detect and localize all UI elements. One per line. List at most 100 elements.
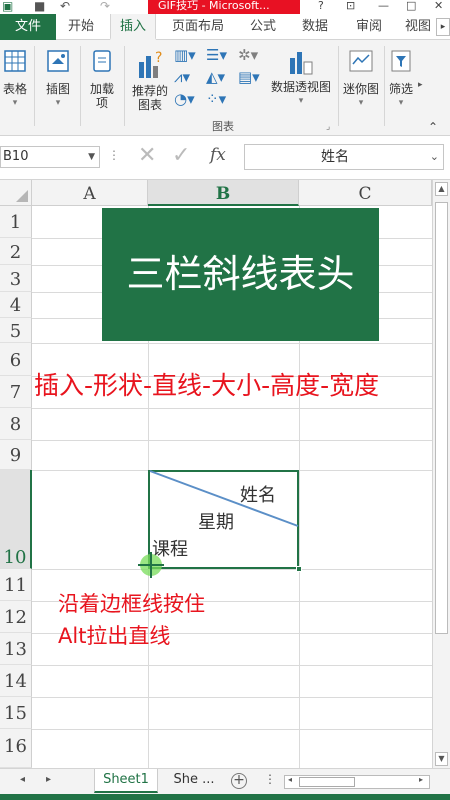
addins-button[interactable]: 加载 项 <box>84 48 120 110</box>
sheet-tab-sheet1[interactable]: Sheet1 <box>94 769 158 793</box>
tab-scroll-button[interactable]: ▸ <box>436 18 450 36</box>
scroll-right-icon[interactable]: ▸ <box>419 775 423 784</box>
gridline <box>32 729 432 730</box>
recommended-charts-label-2: 图表 <box>137 98 162 112</box>
scatter-chart-icon[interactable]: ⁘▾ <box>206 90 226 108</box>
row-header-16[interactable]: 16 <box>0 729 32 768</box>
row-header-6[interactable]: 6 <box>0 343 32 376</box>
column-chart-icon[interactable]: ▥▾ <box>174 46 196 64</box>
tab-view[interactable]: 视图 <box>398 14 438 40</box>
vertical-scrollbar[interactable]: ▲ ▼ <box>432 180 450 768</box>
column-header-a[interactable]: A <box>32 180 148 206</box>
filter-label: 筛选 <box>388 82 413 96</box>
dialog-launcher-icon[interactable]: ⌟ <box>326 122 330 132</box>
tab-home[interactable]: 开始 <box>58 14 104 40</box>
minimize-button[interactable]: — <box>378 0 389 11</box>
tab-page-layout[interactable]: 页面布局 <box>160 14 236 40</box>
cancel-icon[interactable]: ✕ <box>138 144 156 168</box>
instruction-text: 插入-形状-直线-大小-高度-宽度 <box>34 371 380 400</box>
recommended-charts-icon: ? <box>139 50 162 78</box>
ribbon-scroll-icon[interactable]: ▸ <box>418 80 423 90</box>
illustrations-button[interactable]: 插图 ▾ <box>40 48 76 110</box>
save-icon[interactable]: ■ <box>34 0 45 12</box>
worksheet-grid[interactable]: A B C 1 2 3 4 5 6 7 8 9 10 11 12 13 14 1… <box>0 180 450 768</box>
expand-formula-icon[interactable]: ⌄ <box>430 145 439 169</box>
filter-icon <box>391 50 411 72</box>
gridline <box>32 343 432 344</box>
radar-chart-icon[interactable]: ✲▾ <box>238 46 258 64</box>
maximize-button[interactable]: □ <box>406 0 416 11</box>
filter-button[interactable]: 筛选 ▾ <box>386 48 416 110</box>
row-header-12[interactable]: 12 <box>0 601 32 633</box>
row-header-14[interactable]: 14 <box>0 665 32 697</box>
tab-formulas[interactable]: 公式 <box>240 14 286 40</box>
row-header-15[interactable]: 15 <box>0 697 32 729</box>
name-box[interactable]: B10 ▼ <box>0 146 100 168</box>
ribbon-tabs: 文件 开始 插入 页面布局 公式 数据 审阅 视图 ▸ <box>0 14 450 40</box>
chevron-down-icon[interactable]: ▼ <box>88 147 95 167</box>
collapse-ribbon-icon[interactable]: ⌃ <box>428 120 438 134</box>
row-header-5[interactable]: 5 <box>0 318 32 343</box>
undo-icon[interactable]: ↶ <box>60 0 70 12</box>
scroll-up-icon[interactable]: ▲ <box>435 182 448 196</box>
row-header-1[interactable]: 1 <box>0 206 32 238</box>
excel-window: ▣ ■ ↶ ↷ GIF技巧 - Microsoft... ? ⊡ — □ ✕ 文… <box>0 0 450 800</box>
formula-content: 姓名 <box>321 149 349 165</box>
gridline <box>32 665 432 666</box>
gridline <box>32 569 432 570</box>
ribbon-display-button[interactable]: ⊡ <box>346 0 355 11</box>
pivot-chart-button[interactable]: 数据透视图 ▾ <box>268 48 334 108</box>
column-header-c[interactable]: C <box>299 180 432 206</box>
tab-review[interactable]: 审阅 <box>346 14 392 40</box>
horizontal-scrollbar-thumb[interactable] <box>299 777 355 787</box>
select-all-button[interactable] <box>0 180 32 206</box>
tab-split-grip-icon[interactable]: ⋮ <box>264 772 276 786</box>
horizontal-scrollbar[interactable]: ◂ ▸ <box>284 775 430 789</box>
sparkline-button[interactable]: 迷你图 ▾ <box>340 48 382 110</box>
status-bar <box>0 794 450 800</box>
scroll-down-icon[interactable]: ▼ <box>435 752 448 766</box>
scrollbar-thumb[interactable] <box>435 202 448 634</box>
help-button[interactable]: ? <box>318 0 324 11</box>
row-header-4[interactable]: 4 <box>0 292 32 318</box>
pivot-chart-label: 数据透视图 <box>270 80 331 94</box>
row-header-7[interactable]: 7 <box>0 376 32 408</box>
tab-insert[interactable]: 插入 <box>110 14 156 40</box>
recommended-charts-button[interactable]: ? 推荐的 图表 <box>128 48 172 112</box>
area-chart-icon[interactable]: ◭▾ <box>206 68 225 86</box>
row-header-9[interactable]: 9 <box>0 440 32 470</box>
fill-handle[interactable] <box>296 566 302 572</box>
title-banner[interactable]: 三栏斜线表头 <box>102 208 379 341</box>
sparkline-icon <box>349 50 373 72</box>
bar-chart-icon[interactable]: ☰▾ <box>206 46 227 64</box>
hint-text-line2: Alt拉出直线 <box>58 624 171 648</box>
tab-data[interactable]: 数据 <box>292 14 338 40</box>
row-header-11[interactable]: 11 <box>0 569 32 601</box>
line-chart-icon[interactable]: ⩘▾ <box>174 68 190 86</box>
scroll-left-icon[interactable]: ◂ <box>288 775 292 784</box>
formula-input[interactable]: 姓名 ⌄ <box>244 144 444 170</box>
gridline <box>32 408 432 409</box>
stock-chart-icon[interactable]: ▤▾ <box>238 68 260 86</box>
pie-chart-icon[interactable]: ◔▾ <box>174 90 195 108</box>
separator <box>80 46 81 126</box>
sheet-tab-second[interactable]: She ... <box>166 769 222 793</box>
addins-icon <box>93 50 111 72</box>
tab-file[interactable]: 文件 <box>0 14 56 40</box>
next-sheet-icon[interactable]: ▸ <box>46 774 51 785</box>
row-header-10[interactable]: 10 <box>0 470 32 569</box>
close-button[interactable]: ✕ <box>434 0 443 11</box>
insert-function-button[interactable]: fx <box>210 145 226 165</box>
row-header-8[interactable]: 8 <box>0 408 32 440</box>
column-header-b[interactable]: B <box>148 180 299 206</box>
enter-icon[interactable]: ✓ <box>172 144 190 168</box>
redo-icon[interactable]: ↷ <box>100 0 110 12</box>
row-header-2[interactable]: 2 <box>0 238 32 265</box>
separator <box>124 46 125 126</box>
separator <box>338 46 339 126</box>
row-header-13[interactable]: 13 <box>0 633 32 665</box>
prev-sheet-icon[interactable]: ◂ <box>20 774 25 785</box>
table-button[interactable]: 表格 ▾ <box>0 48 30 110</box>
row-header-3[interactable]: 3 <box>0 265 32 292</box>
add-sheet-button[interactable]: + <box>231 773 247 789</box>
